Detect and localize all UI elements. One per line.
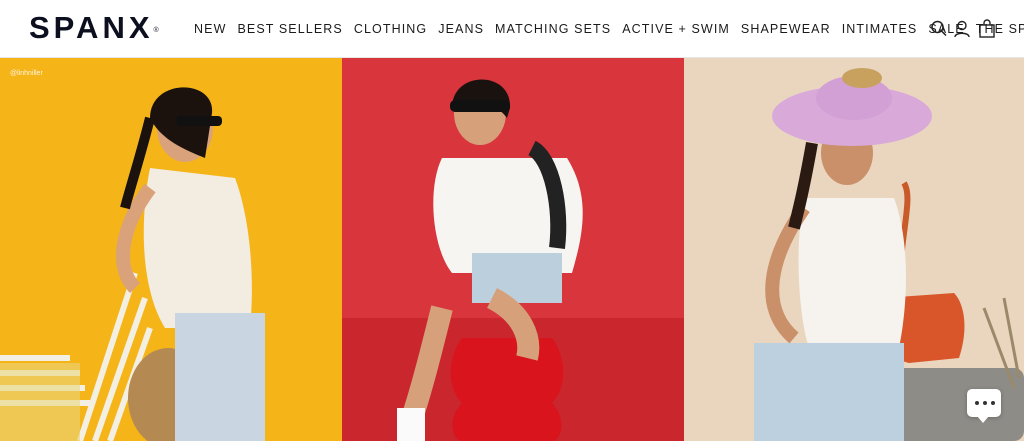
- nav-new[interactable]: NEW: [194, 20, 226, 38]
- nav-matching-sets[interactable]: MATCHING SETS: [495, 20, 611, 38]
- nav-intimates[interactable]: INTIMATES: [842, 20, 918, 38]
- nav-shapewear[interactable]: SHAPEWEAR: [741, 20, 831, 38]
- model-photo-red: [342, 58, 684, 441]
- photo-credit: @linhniller: [10, 70, 43, 77]
- model-photo-beige: [684, 58, 1024, 441]
- account-icon[interactable]: [952, 18, 972, 40]
- nav-best-sellers[interactable]: BEST SELLERS: [237, 20, 342, 38]
- chat-bubble-icon: [975, 401, 995, 405]
- search-icon[interactable]: [929, 18, 949, 40]
- hero-panel-yellow[interactable]: @linhniller: [0, 58, 342, 441]
- main-nav: NEW BEST SELLERS CLOTHING JEANS MATCHING…: [194, 20, 1024, 38]
- chat-button[interactable]: [967, 389, 1001, 423]
- spanx-logo[interactable]: SPANX®: [29, 10, 159, 46]
- hero-panel-beige[interactable]: [684, 58, 1024, 441]
- model-photo-yellow: [0, 58, 342, 441]
- site-header: SPANX® NEW BEST SELLERS CLOTHING JEANS M…: [0, 0, 1024, 58]
- nav-clothing[interactable]: CLOTHING: [354, 20, 427, 38]
- hero-banner[interactable]: @linhniller: [0, 58, 1024, 441]
- nav-jeans[interactable]: JEANS: [438, 20, 484, 38]
- nav-active-swim[interactable]: ACTIVE + SWIM: [622, 20, 730, 38]
- hero-panel-red[interactable]: [342, 58, 684, 441]
- cart-icon[interactable]: [977, 18, 997, 40]
